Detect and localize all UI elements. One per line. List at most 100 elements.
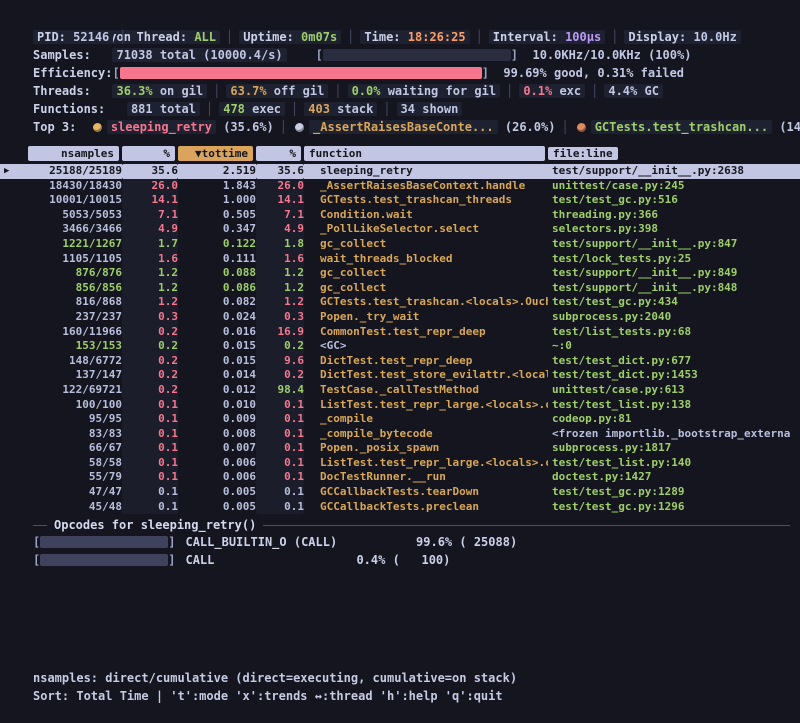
samples-rate: 10.0KHz/10.0KHz (100%) <box>532 48 691 62</box>
pid-label: PID: <box>37 30 66 44</box>
table-row[interactable]: 137/1470.20.0140.2DictTest.test_store_ev… <box>0 368 800 383</box>
cell-pct-cumulative: 0.1 <box>256 456 304 471</box>
table-row[interactable]: 876/8761.20.0881.2gc_collecttest/support… <box>0 266 800 281</box>
pid-value: 52146 <box>73 30 109 44</box>
opcode-row: []CALL0.4% ( 100) <box>33 551 794 569</box>
cell-pct-direct: 0.1 <box>122 470 178 485</box>
cell-pct-cumulative: 0.1 <box>256 412 304 427</box>
row-marker: ▶ <box>0 164 28 179</box>
cell-function: sleeping_retry <box>304 164 548 179</box>
cell-file-line: test/lock_tests.py:25 <box>548 252 800 267</box>
table-row[interactable]: 83/830.10.0080.1_compile_bytecode<frozen… <box>0 427 800 442</box>
cell-nsamples: 5053/5053 <box>28 208 122 223</box>
top3-entry-3[interactable]: GCTests.test_trashcan... <box>591 120 772 134</box>
top3-label: Top 3: <box>33 120 76 134</box>
time-value: 18:26:25 <box>408 30 466 44</box>
cell-file-line: unittest/case.py:245 <box>548 179 800 194</box>
table-row[interactable]: 122/697210.20.01298.4TestCase._callTestM… <box>0 383 800 398</box>
table-row[interactable]: 816/8681.20.0821.2GCTests.test_trashcan.… <box>0 295 800 310</box>
cell-file-line: <frozen importlib._bootstrap_externa <box>548 427 800 442</box>
table-row[interactable]: 45/480.10.0050.1GCCallbackTests.preclean… <box>0 500 800 515</box>
table-row[interactable]: 66/670.10.0070.1Popen._posix_spawnsubpro… <box>0 441 800 456</box>
efficiency-bar <box>120 67 482 79</box>
table-row[interactable]: 18430/1843026.01.84326.0_AssertRaisesBas… <box>0 179 800 194</box>
table-row[interactable]: 856/8561.20.0861.2gc_collecttest/support… <box>0 281 800 296</box>
table-row[interactable]: 55/790.10.0060.1DocTestRunner.__rundocte… <box>0 470 800 485</box>
table-row[interactable]: 10001/1001514.11.00014.1GCTests.test_tra… <box>0 193 800 208</box>
table-row[interactable]: 160/119660.20.01616.9CommonTest.test_rep… <box>0 325 800 340</box>
divider-line <box>263 525 790 526</box>
table-row[interactable]: 153/1530.20.0150.2<GC>~:0 <box>0 339 800 354</box>
cell-nsamples: 148/6772 <box>28 354 122 369</box>
header-pct-cumulative[interactable]: % <box>256 146 301 161</box>
cell-file-line: subprocess.py:2040 <box>548 310 800 325</box>
cell-nsamples: 100/100 <box>28 398 122 413</box>
table-row[interactable]: ▶25188/2518935.62.51935.6sleeping_retryt… <box>0 164 800 179</box>
cell-pct-cumulative: 4.9 <box>256 222 304 237</box>
header-file-line[interactable]: file:line <box>548 146 800 161</box>
divider: │ <box>500 84 519 98</box>
divider: │ <box>470 30 489 44</box>
table-row[interactable]: 100/1000.10.0100.1ListTest.test_repr_lar… <box>0 398 800 413</box>
cell-function: Condition.wait <box>304 208 548 223</box>
cell-function: GCTests.test_trashcan_threads <box>304 193 548 208</box>
cell-function: CommonTest.test_repr_deep <box>304 325 548 340</box>
cell-pct-cumulative: 0.3 <box>256 310 304 325</box>
table-row[interactable]: 47/470.10.0050.1GCCallbackTests.tearDown… <box>0 485 800 500</box>
cell-tottime: 0.024 <box>178 310 256 325</box>
status-bar: PID: 52146│Thread: ALL│Uptime: 0m07s│Tim… <box>33 28 794 46</box>
profiler-window: Tachyon Profiler PID: 52146│Thread: ALL│… <box>0 0 800 723</box>
help-footer: nsamples: direct/cumulative (direct=exec… <box>33 669 517 705</box>
cell-function: ListTest.test_repr_large.<locals>.c... <box>304 456 548 471</box>
opcode-row: []CALL_BUILTIN_O (CALL)99.6% ( 25088) <box>33 533 794 551</box>
header-nsamples[interactable]: nsamples <box>28 146 119 161</box>
header-pct-direct[interactable]: % <box>122 146 175 161</box>
cell-function: DocTestRunner.__run <box>304 470 548 485</box>
cell-nsamples: 45/48 <box>28 500 122 515</box>
table-row[interactable]: 5053/50537.10.5057.1Condition.waitthread… <box>0 208 800 223</box>
cell-pct-direct: 0.1 <box>122 485 178 500</box>
thread-value[interactable]: ALL <box>194 30 216 44</box>
cell-tottime: 0.007 <box>178 441 256 456</box>
cell-pct-direct: 0.1 <box>122 500 178 515</box>
cell-pct-direct: 0.2 <box>122 354 178 369</box>
cell-file-line: test/support/__init__.py:848 <box>548 281 800 296</box>
table-row[interactable]: 237/2370.30.0240.3Popen._try_waitsubproc… <box>0 310 800 325</box>
cell-file-line: codeop.py:81 <box>548 412 800 427</box>
cell-file-line: subprocess.py:1817 <box>548 441 800 456</box>
cell-function: GCTests.test_trashcan.<locals>.Ouch... <box>304 295 548 310</box>
title-bar: Tachyon Profiler <box>33 10 794 28</box>
cell-function: GCCallbackTests.tearDown <box>304 485 548 500</box>
on-gil-text: on gil <box>153 84 204 98</box>
cell-tottime: 0.008 <box>178 427 256 442</box>
cell-tottime: 1.843 <box>178 179 256 194</box>
cell-tottime: 0.012 <box>178 383 256 398</box>
cell-tottime: 0.016 <box>178 325 256 340</box>
cell-pct-cumulative: 1.8 <box>256 237 304 252</box>
top3-entry-1[interactable]: sleeping_retry <box>107 120 216 134</box>
table-row[interactable]: 1221/12671.70.1221.8gc_collecttest/suppo… <box>0 237 800 252</box>
exc-pct: 0.1% <box>523 84 552 98</box>
interval-value: 100µs <box>565 30 601 44</box>
cell-tottime: 0.015 <box>178 339 256 354</box>
gc-text: GC <box>637 84 659 98</box>
opcodes-title: Opcodes for sleeping_retry() <box>47 518 263 532</box>
header-function[interactable]: function <box>304 146 545 161</box>
cell-nsamples: 856/856 <box>28 281 122 296</box>
cell-nsamples: 18430/18430 <box>28 179 122 194</box>
divider: │ <box>377 102 396 116</box>
table-row[interactable]: 148/67720.20.0159.6DictTest.test_repr_de… <box>0 354 800 369</box>
divider-line <box>33 525 47 526</box>
table-row[interactable]: 95/950.10.0090.1_compilecodeop.py:81 <box>0 412 800 427</box>
cell-nsamples: 237/237 <box>28 310 122 325</box>
cell-pct-direct: 0.2 <box>122 325 178 340</box>
divider: │ <box>328 84 347 98</box>
cell-file-line: test/test_list.py:140 <box>548 456 800 471</box>
table-row[interactable]: 1105/11051.60.1111.6wait_threads_blocked… <box>0 252 800 267</box>
opcode-name: CALL <box>175 553 214 567</box>
header-tottime-sorted[interactable]: ▼tottime <box>178 146 253 161</box>
cell-tottime: 2.519 <box>178 164 256 179</box>
table-row[interactable]: 58/580.10.0060.1ListTest.test_repr_large… <box>0 456 800 471</box>
table-row[interactable]: 3466/34664.90.3474.9_PollLikeSelector.se… <box>0 222 800 237</box>
top3-entry-2[interactable]: _AssertRaisesBaseConte... <box>309 120 498 134</box>
